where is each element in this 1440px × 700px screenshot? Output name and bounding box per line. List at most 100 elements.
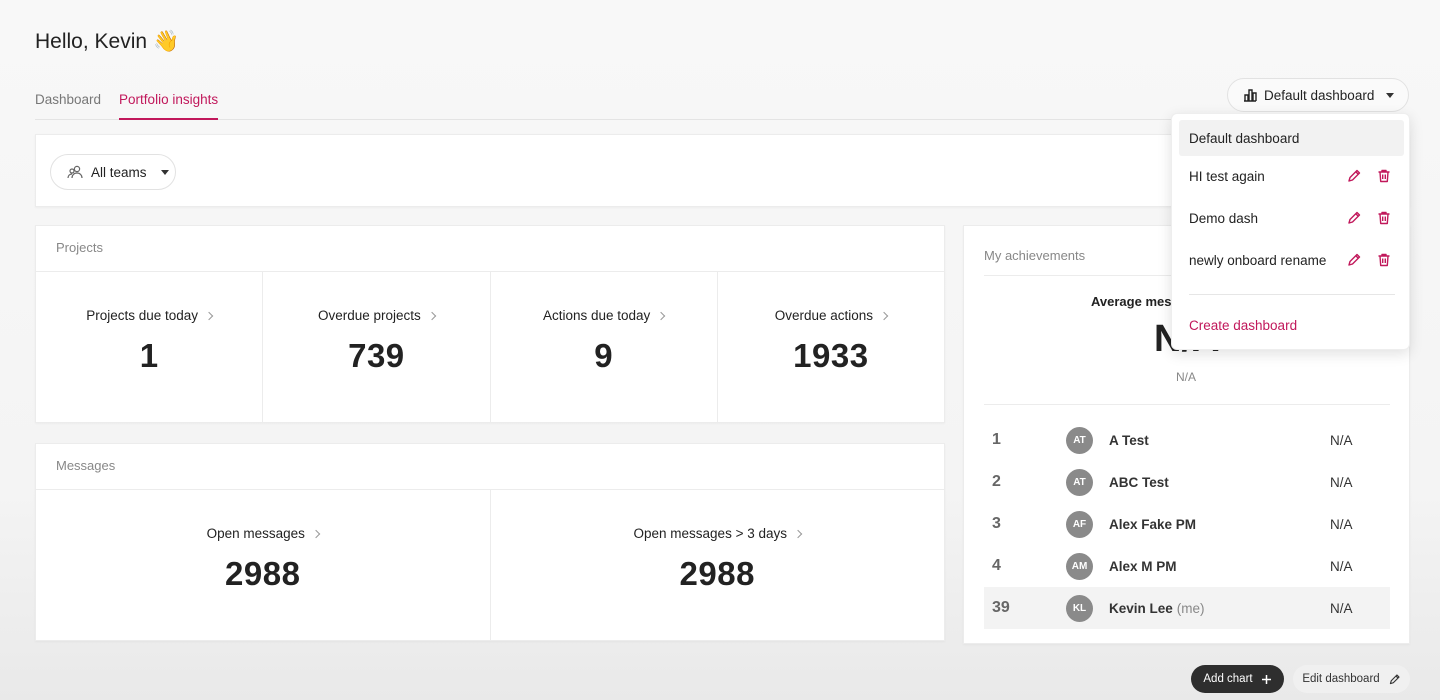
messages-card: Messages Open messages 2988 Open message… [35,443,945,641]
rank-value: N/A [1330,600,1353,616]
greeting: Hello, Kevin 👋 [35,30,179,54]
rank-number: 39 [992,599,1010,616]
trash-icon[interactable] [1376,210,1392,226]
tab-dashboard[interactable]: Dashboard [35,86,101,120]
me-tag: (me) [1176,600,1205,616]
rank-value: N/A [1330,432,1353,448]
stat-open-messages-3-days[interactable]: Open messages > 3 days 2988 [491,490,945,641]
rank-number: 3 [992,515,1001,532]
chevron-right-icon [427,311,437,320]
stat-link[interactable]: Actions due today [542,308,666,323]
rank-number: 4 [992,557,1001,574]
chevron-right-icon [793,529,803,538]
pencil-icon [1388,673,1401,686]
avatar: KL [1066,594,1093,622]
leaderboard-row: 4 AM Alex M PM N/A [984,545,1390,587]
stat-label: Actions due today [542,308,651,323]
avatar: AT [1066,468,1093,496]
messages-title: Messages [56,458,116,473]
pencil-icon[interactable] [1346,168,1362,184]
dashboard-selector[interactable]: Default dashboard [1227,78,1409,112]
rank-value: N/A [1330,516,1353,532]
menu-item-label: Demo dash [1189,210,1259,226]
average-subtext: N/A [1176,370,1197,384]
caret-down-icon [1386,92,1395,98]
add-chart-label: Add chart [1203,673,1253,685]
trash-icon[interactable] [1376,168,1392,184]
leaderboard-row-me: 39 KL Kevin Lee (me) N/A [984,587,1390,629]
achievements-title: My achievements [984,248,1086,263]
user-name: Alex M PM [1109,558,1177,574]
projects-title: Projects [56,240,103,255]
edit-dashboard-label: Edit dashboard [1302,673,1380,685]
chevron-right-icon [204,311,214,320]
stat-overdue-actions[interactable]: Overdue actions 1933 [718,272,944,423]
user-name: ABC Test [1109,474,1169,490]
stat-overdue-projects[interactable]: Overdue projects 739 [263,272,491,423]
menu-divider [1189,294,1395,295]
avatar: AF [1066,510,1093,538]
menu-item-newly-onboard-rename[interactable]: newly onboard rename [1179,242,1404,278]
user-name: A Test [1109,432,1149,448]
stat-value: 2988 [679,555,755,592]
team-filter-button[interactable]: All teams [50,154,176,190]
stat-link[interactable]: Overdue projects [317,308,437,323]
create-dashboard-link[interactable]: Create dashboard [1189,318,1297,333]
user-name: Alex Fake PM [1109,516,1197,532]
messages-stats: Open messages 2988 Open messages > 3 day… [36,489,944,641]
menu-item-hi-test-again[interactable]: HI test again [1179,158,1404,194]
menu-item-demo-dash[interactable]: Demo dash [1179,200,1404,236]
rank-number: 1 [992,431,1001,448]
stat-link[interactable]: Projects due today [86,308,214,323]
greeting-text: Hello, Kevin [35,30,148,53]
stat-label: Overdue actions [774,308,874,323]
wave-emoji: 👋 [153,30,180,53]
team-icon [67,164,83,180]
pencil-icon[interactable] [1346,210,1362,226]
stat-value: 2988 [225,555,301,592]
menu-item-label: newly onboard rename [1189,252,1327,268]
stat-actions-due-today[interactable]: Actions due today 9 [491,272,718,423]
rank-number: 2 [992,473,1001,490]
divider [984,404,1390,405]
trash-icon[interactable] [1376,252,1392,268]
stat-label: Overdue projects [317,308,421,323]
rank-value: N/A [1330,474,1353,490]
plus-icon [1261,674,1272,685]
dashboard-dropdown-menu: Default dashboard HI test again Demo das… [1171,113,1410,350]
stat-value: 1 [139,337,159,374]
menu-item-label: Default dashboard [1189,130,1300,146]
caret-down-icon [160,169,169,175]
avatar: AT [1066,426,1093,454]
rank-value: N/A [1330,558,1353,574]
menu-item-actions [1346,210,1392,226]
stat-value: 1933 [793,337,869,374]
stat-link[interactable]: Open messages > 3 days [633,526,803,541]
stat-label: Projects due today [86,308,199,323]
avatar: AM [1066,552,1093,580]
menu-item-actions [1346,168,1392,184]
stat-label: Open messages > 3 days [633,526,787,541]
menu-item-label: HI test again [1189,168,1265,184]
leaderboard-row: 1 AT A Test N/A [984,419,1390,461]
stat-projects-due-today[interactable]: Projects due today 1 [36,272,264,423]
team-filter-label: All teams [91,164,147,180]
projects-stats: Projects due today 1 Overdue projects 73… [36,271,944,423]
stat-value: 9 [594,337,614,374]
leaderboard-row: 3 AF Alex Fake PM N/A [984,503,1390,545]
edit-dashboard-button[interactable]: Edit dashboard [1293,665,1410,693]
menu-item-default-dashboard[interactable]: Default dashboard [1179,120,1404,156]
leaderboard-row: 2 AT ABC Test N/A [984,461,1390,503]
tab-portfolio-insights[interactable]: Portfolio insights [119,86,219,120]
projects-card: Projects Projects due today 1 Overdue pr… [35,225,945,423]
pencil-icon[interactable] [1346,252,1362,268]
stat-link[interactable]: Open messages [206,526,321,541]
stat-label: Open messages [206,526,305,541]
stat-link[interactable]: Overdue actions [774,308,889,323]
stat-open-messages[interactable]: Open messages 2988 [36,490,491,641]
chevron-right-icon [879,311,889,320]
leaderboard: 1 AT A Test N/A 2 AT ABC Test N/A 3 AF A… [984,419,1390,629]
add-chart-button[interactable]: Add chart [1191,665,1284,693]
stat-value: 739 [348,337,405,374]
average-label: Average mess [1091,294,1179,309]
